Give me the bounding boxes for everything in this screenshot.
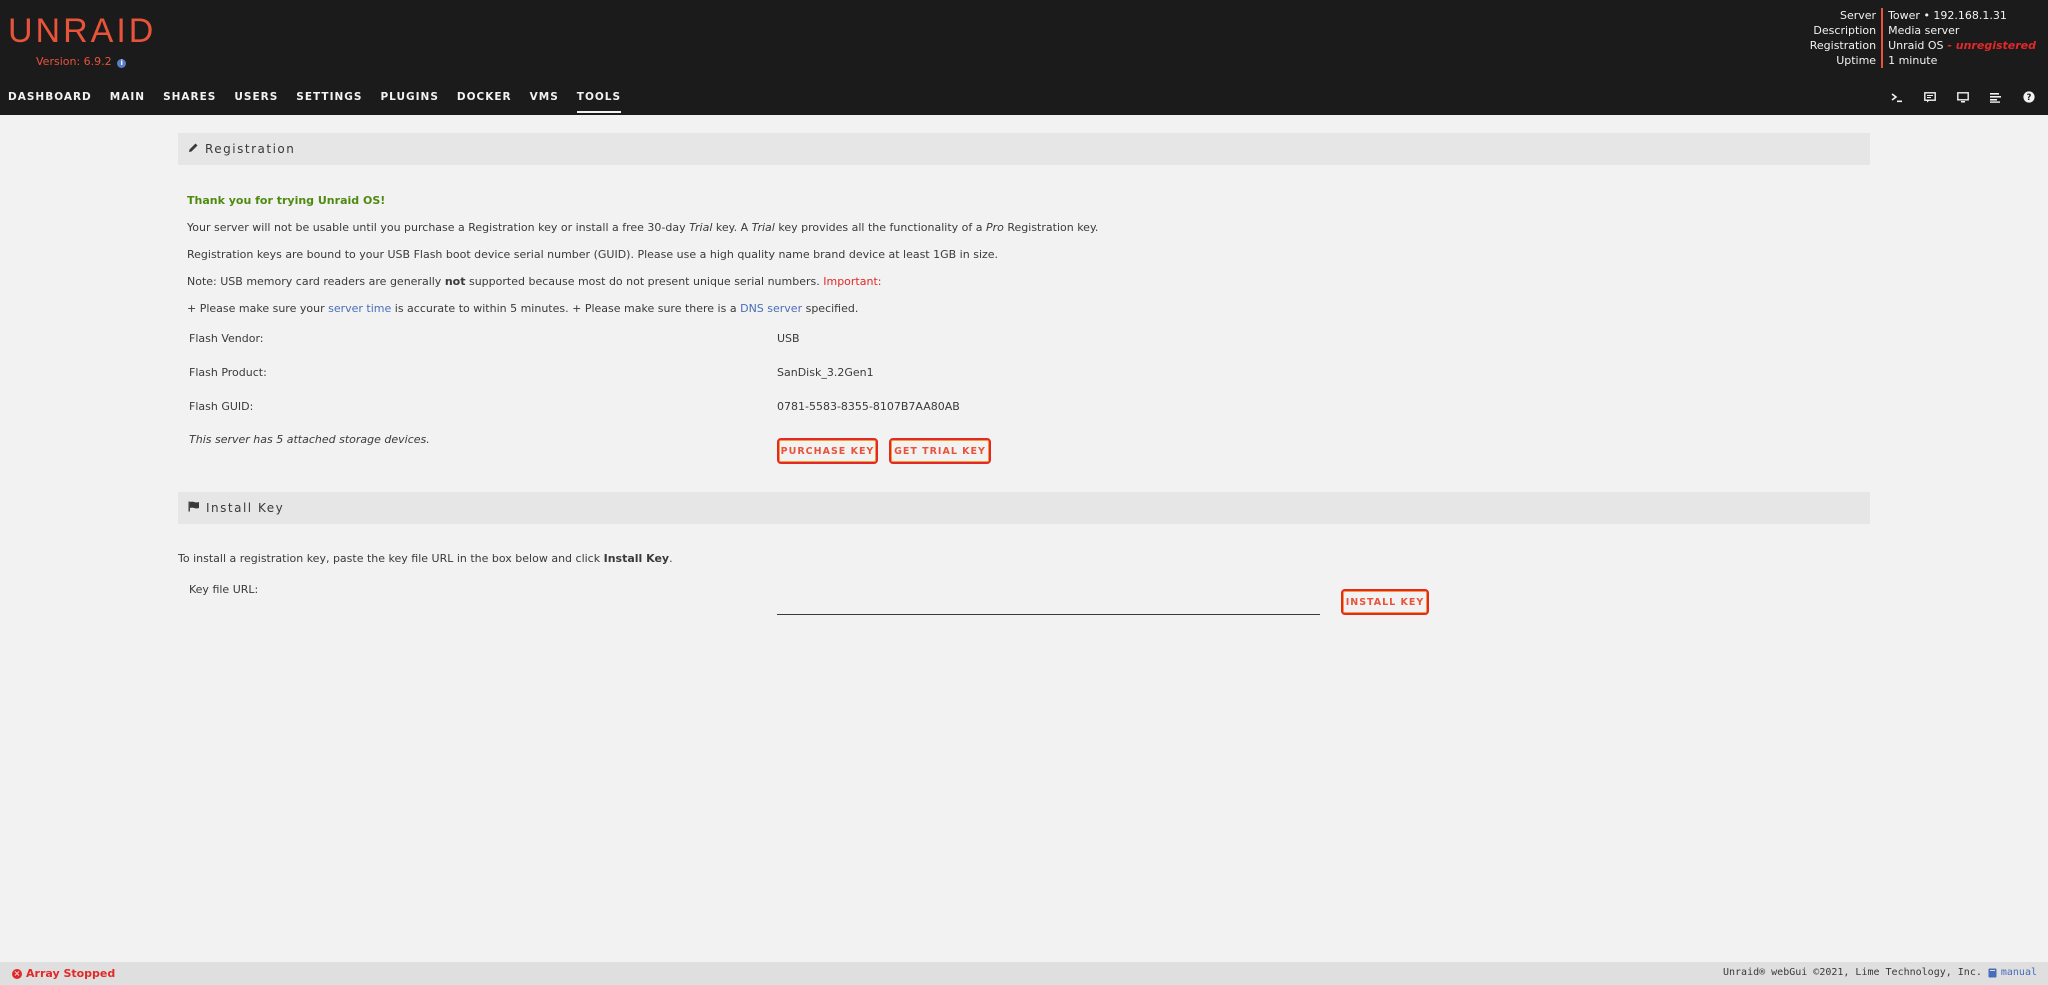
nav-users[interactable]: USERS (234, 88, 278, 110)
svg-text:?: ? (2027, 93, 2032, 103)
flag-icon (188, 501, 200, 515)
help-icon[interactable]: ? (2022, 90, 2036, 104)
registration-label: Registration (1809, 39, 1877, 52)
flash-guid-label: Flash GUID: (189, 400, 254, 413)
install-key-section-header: Install Key (178, 492, 1870, 524)
flash-vendor-label: Flash Vendor: (189, 332, 264, 345)
flash-guid-value: 0781-5583-8355-8107B7AA80AB (777, 400, 960, 413)
nav-shares[interactable]: SHARES (163, 88, 216, 110)
dns-server-link[interactable]: DNS server (740, 302, 802, 315)
install-key-instructions: To install a registration key, paste the… (178, 552, 673, 565)
flash-product-label: Flash Product: (189, 366, 267, 379)
array-status-text: Array Stopped (26, 967, 116, 980)
registration-status: - unregistered (1943, 39, 2036, 52)
important-label: Important: (823, 275, 882, 288)
registration-value[interactable]: Unraid OS - unregistered (1888, 38, 2036, 53)
registration-info-line3: Note: USB memory card readers are genera… (187, 275, 882, 288)
server-time-link[interactable]: server time (328, 302, 391, 315)
description-label: Description (1813, 24, 1877, 37)
version-label: Version: 6.9.2 i (36, 55, 127, 68)
manual-link[interactable]: manual (1988, 967, 2037, 978)
install-key-title: Install Key (206, 501, 285, 515)
registration-title: Registration (205, 142, 296, 156)
notifications-icon[interactable] (1923, 90, 1937, 104)
terminal-icon[interactable] (1890, 90, 1904, 104)
nav-docker[interactable]: DOCKER (457, 88, 512, 110)
nav-dashboard[interactable]: DASHBOARD (8, 88, 92, 110)
flash-vendor-value: USB (777, 332, 800, 345)
nav-tools[interactable]: TOOLS (576, 88, 622, 113)
registration-os: Unraid OS (1888, 39, 1944, 52)
registration-info-line4: + Please make sure your server time is a… (187, 302, 859, 315)
server-label: Server (1840, 9, 1877, 22)
nav-settings[interactable]: SETTINGS (296, 88, 362, 110)
get-trial-key-button[interactable]: GET TRIAL KEY (889, 438, 991, 464)
header: UNRAID Version: 6.9.2 i Server Descripti… (0, 0, 2048, 115)
nav-main[interactable]: MAIN (110, 88, 145, 110)
uptime-label: Uptime (1836, 54, 1877, 67)
stop-icon: × (12, 968, 22, 979)
copyright: Unraid® webGui ©2021, Lime Technology, I… (1723, 967, 2037, 978)
main-nav: DASHBOARD MAIN SHARES USERS SETTINGS PLU… (0, 88, 631, 113)
nav-vms[interactable]: VMS (530, 88, 559, 110)
version-text: Version: 6.9.2 (36, 55, 112, 68)
registration-section-header: Registration (178, 133, 1870, 165)
attached-devices-text: This server has 5 attached storage devic… (189, 433, 430, 446)
unraid-logo[interactable]: UNRAID (8, 14, 156, 48)
install-key-button[interactable]: INSTALL KEY (1341, 589, 1429, 615)
uptime-value: 1 minute (1888, 54, 1938, 67)
log-icon[interactable] (1989, 90, 2003, 104)
nav-icons: ? (1871, 90, 2036, 104)
registration-info-line1: Your server will not be usable until you… (187, 221, 1099, 234)
server-value: Tower • 192.168.1.31 (1888, 9, 2007, 22)
pencil-icon (188, 142, 199, 156)
description-value: Media server (1888, 24, 1960, 37)
thanks-message: Thank you for trying Unraid OS! (187, 194, 386, 207)
array-status[interactable]: × Array Stopped (12, 967, 115, 980)
server-info: Server Description Registration Uptime T… (1810, 8, 2036, 68)
key-file-url-input[interactable] (777, 589, 1320, 615)
copyright-text: Unraid® webGui ©2021, Lime Technology, I… (1722, 967, 1982, 978)
info-icon[interactable]: i (117, 59, 127, 68)
key-file-url-label: Key file URL: (189, 583, 259, 596)
flash-product-value: SanDisk_3.2Gen1 (777, 366, 874, 379)
registration-info-line2: Registration keys are bound to your USB … (187, 248, 999, 261)
nav-plugins[interactable]: PLUGINS (380, 88, 438, 110)
monitor-icon[interactable] (1956, 90, 1970, 104)
purchase-key-button[interactable]: PURCHASE KEY (777, 438, 878, 464)
book-icon (1988, 968, 1997, 977)
footer: × Array Stopped Unraid® webGui ©2021, Li… (0, 962, 2048, 985)
